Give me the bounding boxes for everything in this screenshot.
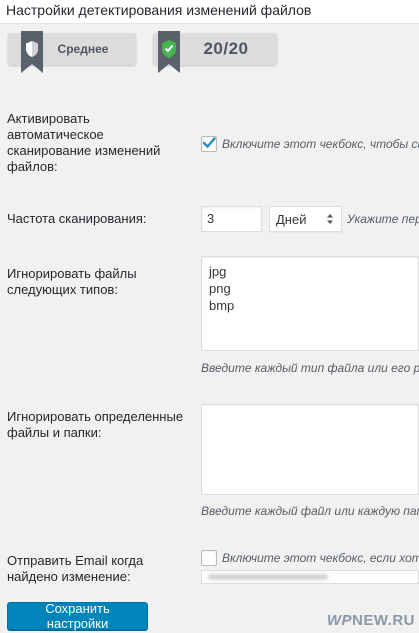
security-level-badge: Среднее [8,31,136,73]
watermark-left: WP [326,612,352,629]
auto-scan-hint: Включите этот чекбокс, чтобы сис [222,137,419,151]
ignore-types-textarea[interactable]: jpg png bmp [201,256,419,351]
ignore-types-line: bmp [209,298,235,313]
ignore-types-line: jpg [209,264,227,279]
auto-scan-label: Активировать автоматическое сканирование… [7,111,161,174]
security-score-badge: 20/20 [153,31,277,73]
scan-frequency-input[interactable]: 3 [201,206,262,232]
ignore-paths-hint: Введите каждый файл или каждую папк [201,504,419,518]
section-title: Настройки детектирования изменений файло… [0,0,419,24]
security-score-label: 20/20 [203,39,249,58]
ignore-types-line: png [209,281,231,296]
chevron-updown-icon [327,214,333,224]
redacted-text [208,574,328,580]
ignore-paths-textarea[interactable] [201,404,419,495]
security-level-label: Среднее [57,42,109,56]
email-notify-hint: Включите этот чекбокс, если хоти [222,551,419,565]
email-address-input[interactable] [201,570,419,584]
email-notify-checkbox[interactable] [201,550,217,566]
auto-scan-checkbox[interactable] [201,136,217,152]
email-notify-label: Отправить Email когда найдено изменение: [7,553,144,584]
watermark-right: NEW.RU [352,612,415,629]
shield-check-icon [158,31,180,73]
scan-frequency-label: Частота сканирования: [7,211,147,226]
ignore-types-label: Игнорировать файлы следующих типов: [7,266,137,297]
scan-frequency-unit-select[interactable]: Дней [269,206,342,232]
ignore-types-hint: Введите каждый тип файла или его рас [201,361,419,375]
scan-frequency-unit-value: Дней [276,211,307,227]
scan-frequency-hint: Укажите пер [347,212,419,226]
checkmark-icon [202,137,216,149]
shield-icon [21,31,43,73]
save-settings-button[interactable]: Сохранить настройки [7,601,148,631]
site-watermark: WPNEW.RU [327,612,415,629]
ignore-paths-label: Игнорировать определенные файлы и папки: [7,409,184,440]
